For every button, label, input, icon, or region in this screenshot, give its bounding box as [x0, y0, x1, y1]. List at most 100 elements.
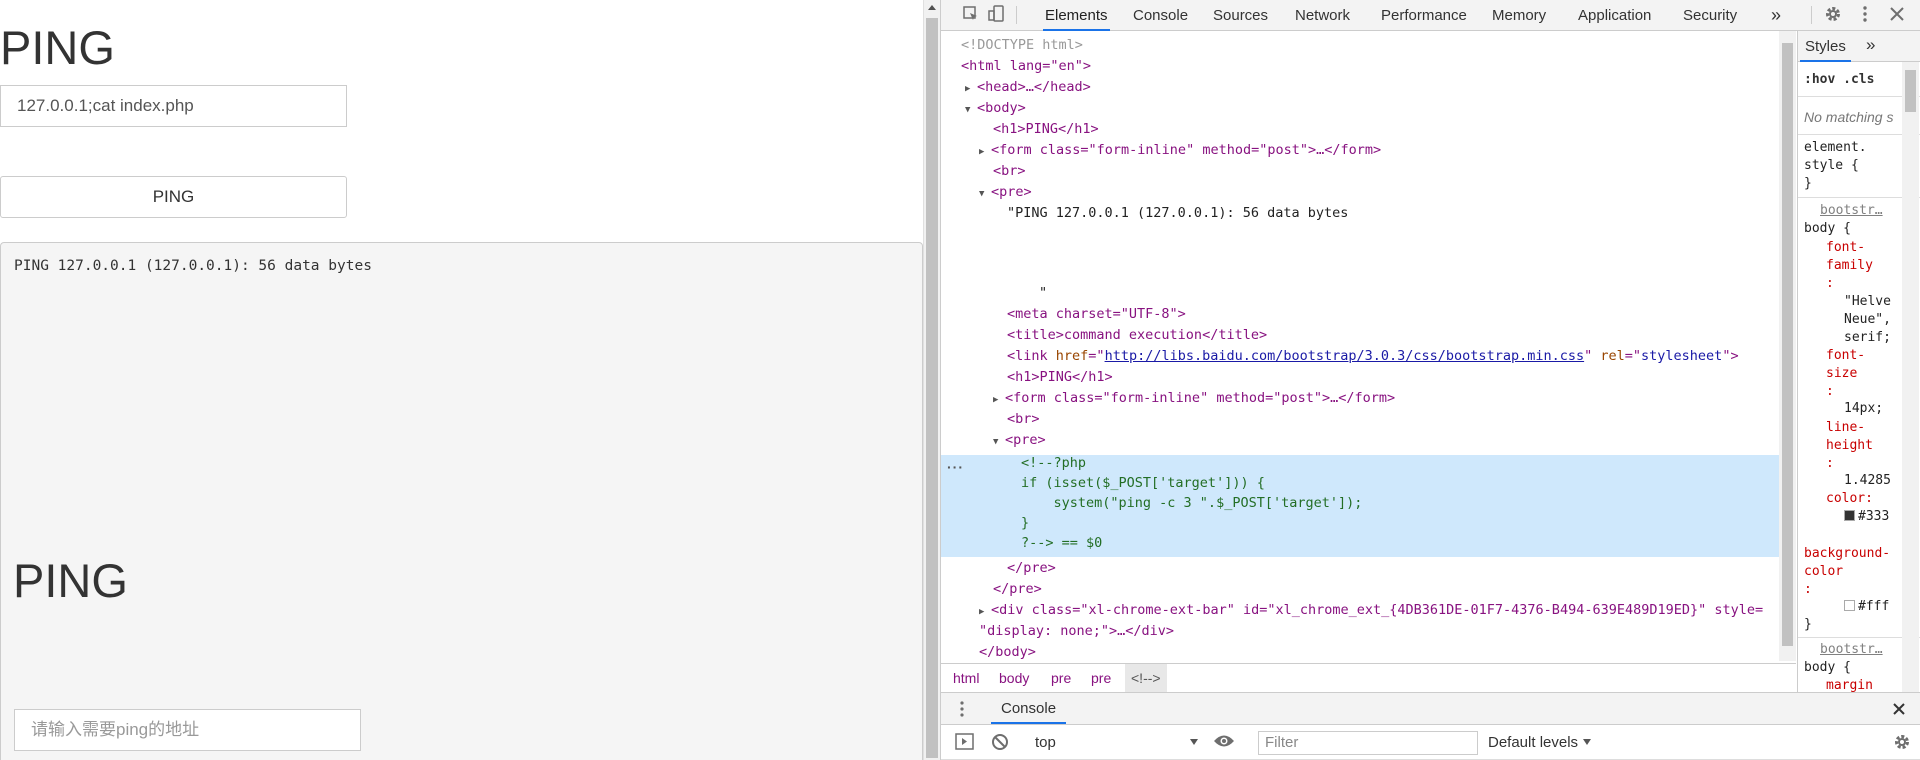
rule-selector[interactable]: body {: [1804, 660, 1851, 675]
style-source-link[interactable]: bootstr…: [1820, 203, 1883, 218]
dom-h1-inner[interactable]: <h1>PING</h1>: [1007, 369, 1113, 385]
injected-target-input[interactable]: 请输入需要ping的地址: [14, 709, 361, 751]
tab-sources[interactable]: Sources: [1211, 0, 1270, 31]
prop-color[interactable]: color:: [1826, 491, 1873, 506]
close-devtools-icon[interactable]: [1887, 5, 1907, 25]
settings-gear-icon[interactable]: [1823, 5, 1843, 25]
val-font-family[interactable]: "Helve Neue", serif;: [1844, 293, 1891, 347]
console-settings-gear-icon[interactable]: [1893, 733, 1911, 756]
context-select[interactable]: top: [1035, 733, 1203, 753]
collapse-triangle-icon[interactable]: ▼: [979, 189, 991, 199]
page-scroll-thumb[interactable]: [926, 18, 938, 758]
breadcrumb-html[interactable]: html: [953, 664, 979, 692]
node-actions-icon[interactable]: ···: [947, 459, 964, 475]
dom-form-inner[interactable]: ▶ <form class="form-inline" method="post"…: [993, 390, 1395, 406]
clear-console-icon[interactable]: [991, 733, 1009, 756]
dom-pre-textnode[interactable]: "PING 127.0.0.1 (127.0.0.1): 56 data byt…: [1007, 205, 1348, 221]
dom-pre-close[interactable]: </pre>: [993, 581, 1042, 597]
device-toolbar-icon[interactable]: [987, 5, 1007, 25]
collapse-triangle-icon[interactable]: ▼: [965, 105, 977, 115]
more-tabs-icon[interactable]: »: [1769, 0, 1783, 31]
php-comment-line[interactable]: ?--> == $0: [1021, 535, 1102, 551]
tab-network[interactable]: Network: [1293, 0, 1352, 31]
dom-title[interactable]: <title>command execution</title>: [1007, 327, 1267, 343]
dom-br[interactable]: <br>: [993, 163, 1026, 179]
drawer-tabbar: Console: [941, 692, 1920, 725]
prop-line-height[interactable]: line- height :: [1826, 419, 1873, 473]
dom-head[interactable]: ▶ <head>…</head>: [965, 79, 1091, 95]
live-expression-eye-icon[interactable]: [1213, 733, 1235, 754]
log-levels-dropdown[interactable]: Default levels: [1488, 733, 1592, 753]
breadcrumb-pre[interactable]: pre: [1051, 664, 1071, 692]
tab-elements[interactable]: Elements: [1043, 0, 1110, 31]
hov-cls-toggle[interactable]: :hov .cls: [1804, 72, 1874, 87]
expand-triangle-icon[interactable]: ▶: [979, 607, 991, 617]
php-comment-line[interactable]: <!--?php: [1021, 455, 1086, 471]
dom-doctype[interactable]: <!DOCTYPE html>: [961, 37, 1083, 53]
rule-selector[interactable]: body {: [1804, 221, 1851, 236]
collapse-triangle-icon[interactable]: ▼: [993, 437, 1005, 447]
dom-form[interactable]: ▶ <form class="form-inline" method="post"…: [979, 142, 1381, 158]
php-comment-line[interactable]: system("ping -c 3 ".$_POST['target']);: [1021, 495, 1363, 511]
style-source-link[interactable]: bootstr…: [1820, 642, 1883, 657]
val-color-text: #333: [1858, 509, 1890, 524]
expand-triangle-icon[interactable]: ▶: [979, 147, 991, 157]
prop-font-family[interactable]: font- family :: [1826, 239, 1873, 293]
styles-more-icon[interactable]: »: [1866, 35, 1875, 55]
prop-margin[interactable]: margin: [1826, 678, 1873, 692]
dom-meta[interactable]: <meta charset="UTF-8">: [1007, 306, 1186, 322]
styles-scroll-thumb[interactable]: [1905, 70, 1916, 112]
dom-div-ext-text: <div class="xl-chrome-ext-bar" id="xl_ch…: [991, 602, 1764, 618]
prop-font-size[interactable]: font- size :: [1826, 347, 1865, 401]
dom-html[interactable]: <html lang="en">: [961, 58, 1091, 74]
console-filter-input[interactable]: Filter: [1258, 731, 1478, 755]
color-swatch-icon[interactable]: [1844, 510, 1855, 521]
close-drawer-icon[interactable]: [1891, 701, 1907, 722]
elements-scroll-thumb[interactable]: [1782, 43, 1793, 646]
val-background-color[interactable]: #fff: [1844, 599, 1889, 614]
elements-scrollbar[interactable]: [1779, 31, 1796, 661]
val-color[interactable]: #333: [1844, 509, 1889, 524]
val-line-height[interactable]: 1.4285: [1844, 473, 1891, 488]
php-comment-line[interactable]: }: [1021, 515, 1029, 531]
dom-br-inner[interactable]: <br>: [1007, 411, 1040, 427]
expand-triangle-icon[interactable]: ▶: [965, 84, 977, 94]
val-font-size[interactable]: 14px;: [1844, 401, 1883, 416]
tab-styles[interactable]: Styles: [1800, 31, 1851, 62]
dom-link[interactable]: <link href="http://libs.baidu.com/bootst…: [1007, 348, 1739, 364]
tab-memory[interactable]: Memory: [1490, 0, 1548, 31]
ping-button[interactable]: PING: [0, 176, 347, 218]
inspect-element-icon[interactable]: [961, 5, 981, 25]
dom-pre-inner-text: <pre>: [1005, 432, 1046, 448]
dom-pre-inner-close[interactable]: </pre>: [1007, 560, 1056, 576]
element-style-rule[interactable]: element. style { }: [1804, 139, 1867, 193]
tab-performance[interactable]: Performance: [1379, 0, 1469, 31]
sidebar-toggle-icon[interactable]: [955, 733, 975, 756]
dom-pre[interactable]: ▼ <pre>: [979, 184, 1032, 200]
target-input[interactable]: 127.0.0.1;cat index.php: [0, 85, 347, 127]
expand-triangle-icon[interactable]: ▶: [993, 395, 1005, 405]
scroll-up-icon[interactable]: [928, 5, 936, 10]
dom-body[interactable]: ▼ <body>: [965, 100, 1026, 116]
dom-pre-inner[interactable]: ▼ <pre>: [993, 432, 1046, 448]
drawer-tab-console[interactable]: Console: [991, 693, 1067, 724]
breadcrumb-body[interactable]: body: [999, 664, 1029, 692]
tab-console[interactable]: Console: [1131, 0, 1190, 31]
color-swatch-icon[interactable]: [1844, 600, 1855, 611]
page-scrollbar[interactable]: [923, 0, 940, 760]
chevron-down-icon: [1190, 739, 1198, 745]
drawer-menu-icon[interactable]: [959, 700, 965, 723]
dom-h1[interactable]: <h1>PING</h1>: [993, 121, 1099, 137]
dom-body-close[interactable]: </body>: [979, 644, 1036, 660]
stylesheet-link[interactable]: http://libs.baidu.com/bootstrap/3.0.3/cs…: [1105, 348, 1585, 364]
tab-security[interactable]: Security: [1681, 0, 1739, 31]
dom-div-ext[interactable]: ▶ <div class="xl-chrome-ext-bar" id="xl_c…: [979, 602, 1763, 618]
breadcrumb-comment[interactable]: <!-->: [1125, 664, 1167, 692]
php-comment-line[interactable]: if (isset($_POST['target'])) {: [1021, 475, 1265, 491]
breadcrumb-pre-inner[interactable]: pre: [1091, 664, 1111, 692]
styles-scrollbar[interactable]: [1902, 62, 1919, 692]
prop-background-color[interactable]: background- color :: [1804, 545, 1890, 599]
dom-div-ext-cont: "display: none;">…</div>: [979, 623, 1175, 639]
kebab-menu-icon[interactable]: [1855, 5, 1875, 25]
tab-application[interactable]: Application: [1576, 0, 1653, 31]
